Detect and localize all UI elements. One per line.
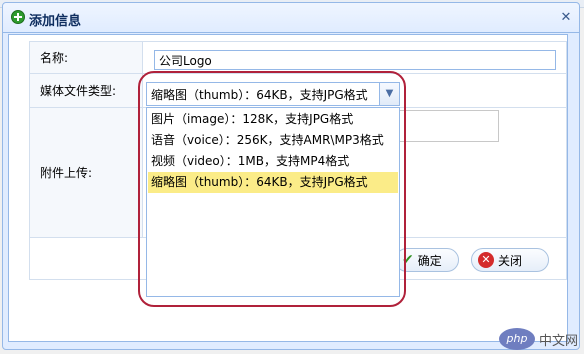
upload-label: 附件上传: [30,108,143,237]
ok-button-label: 确定 [417,253,442,268]
cancel-icon: ✕ [478,252,494,268]
form-row-name: 名称: [29,41,567,74]
close-button-label: 关闭 [498,253,523,268]
dialog-titlebar: 添加信息 ✕ [3,3,579,33]
name-field[interactable] [154,50,556,70]
name-label: 名称: [30,42,143,73]
close-icon[interactable]: ✕ [559,11,573,25]
watermark-text: 中文网 [538,333,578,349]
highlight-annotation [138,71,406,307]
dialog-title: 添加信息 [29,14,82,29]
watermark-logo: php 中文网 [498,328,578,350]
php-badge: php [498,328,535,350]
media-type-label: 媒体文件类型: [30,74,143,107]
add-icon [11,10,25,24]
close-button[interactable]: ✕ 关闭 [471,248,549,272]
